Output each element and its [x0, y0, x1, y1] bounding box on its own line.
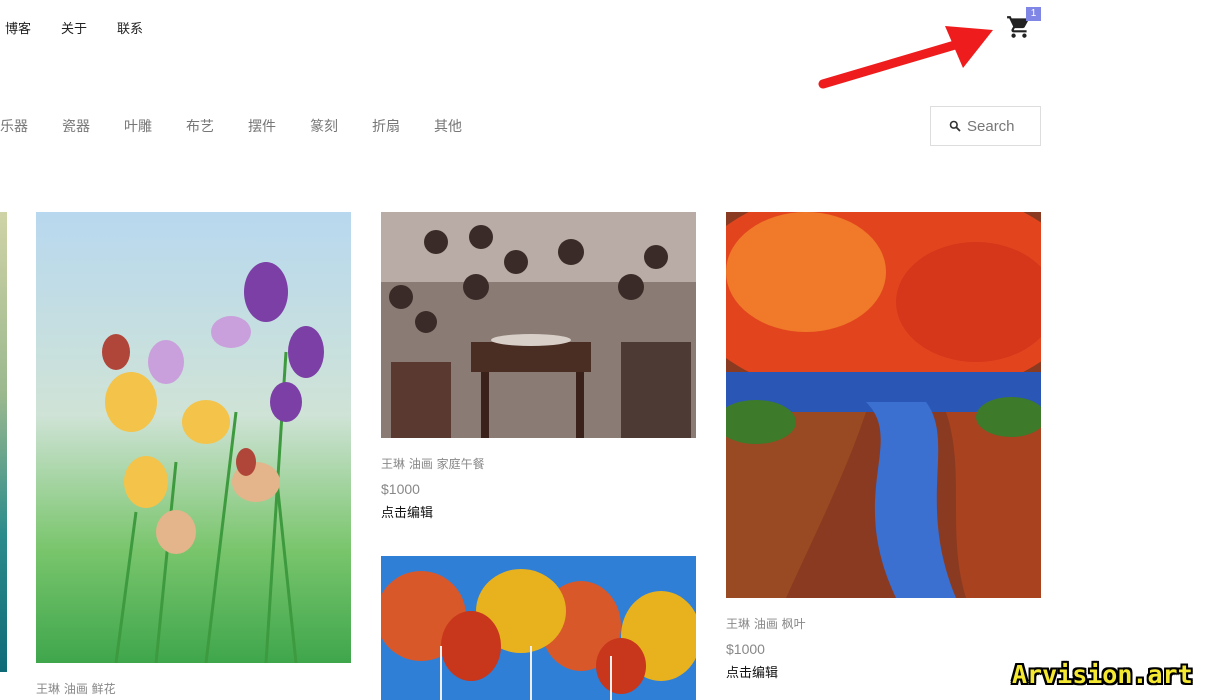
watermark-text: Arvision.art — [1012, 660, 1193, 689]
product-image-flowers[interactable] — [36, 212, 351, 663]
product-price-family-lunch: $1000 — [381, 481, 420, 497]
category-porcelain[interactable]: 瓷器 — [62, 116, 90, 136]
product-title-family-lunch[interactable]: 王琳 油画 家庭午餐 — [381, 455, 485, 472]
product-image-family-lunch[interactable] — [381, 212, 696, 438]
category-other[interactable]: 其他 — [434, 116, 462, 136]
annotation-arrow — [818, 26, 993, 89]
category-seal-carving[interactable]: 篆刻 — [310, 116, 338, 136]
product-title-flowers[interactable]: 王琳 油画 鲜花 — [36, 680, 116, 697]
product-image-partial[interactable] — [0, 212, 7, 672]
product-price-maple-leaves: $1000 — [726, 641, 765, 657]
category-ornaments[interactable]: 摆件 — [248, 116, 276, 136]
category-instruments[interactable]: 乐器 — [0, 116, 28, 136]
search-placeholder: Search — [967, 117, 1015, 135]
nav-link-about[interactable]: 关于 — [61, 18, 87, 37]
product-edit-link-family-lunch[interactable]: 点击编辑 — [381, 502, 433, 521]
product-edit-link-maple-leaves[interactable]: 点击编辑 — [726, 662, 778, 681]
search-input[interactable]: Search — [930, 106, 1041, 146]
product-image-maple-leaves[interactable] — [726, 212, 1041, 598]
cart-count-badge: 1 — [1026, 7, 1041, 21]
nav-link-blog[interactable]: 博客 — [5, 18, 31, 37]
nav-link-contact[interactable]: 联系 — [117, 18, 143, 37]
product-image-autumn-trees[interactable] — [381, 556, 696, 700]
category-fabric-art[interactable]: 布艺 — [186, 116, 214, 136]
search-icon — [949, 120, 961, 132]
category-leaf-carving[interactable]: 叶雕 — [124, 116, 152, 136]
product-title-maple-leaves[interactable]: 王琳 油画 枫叶 — [726, 615, 806, 632]
category-folding-fans[interactable]: 折扇 — [372, 116, 400, 136]
